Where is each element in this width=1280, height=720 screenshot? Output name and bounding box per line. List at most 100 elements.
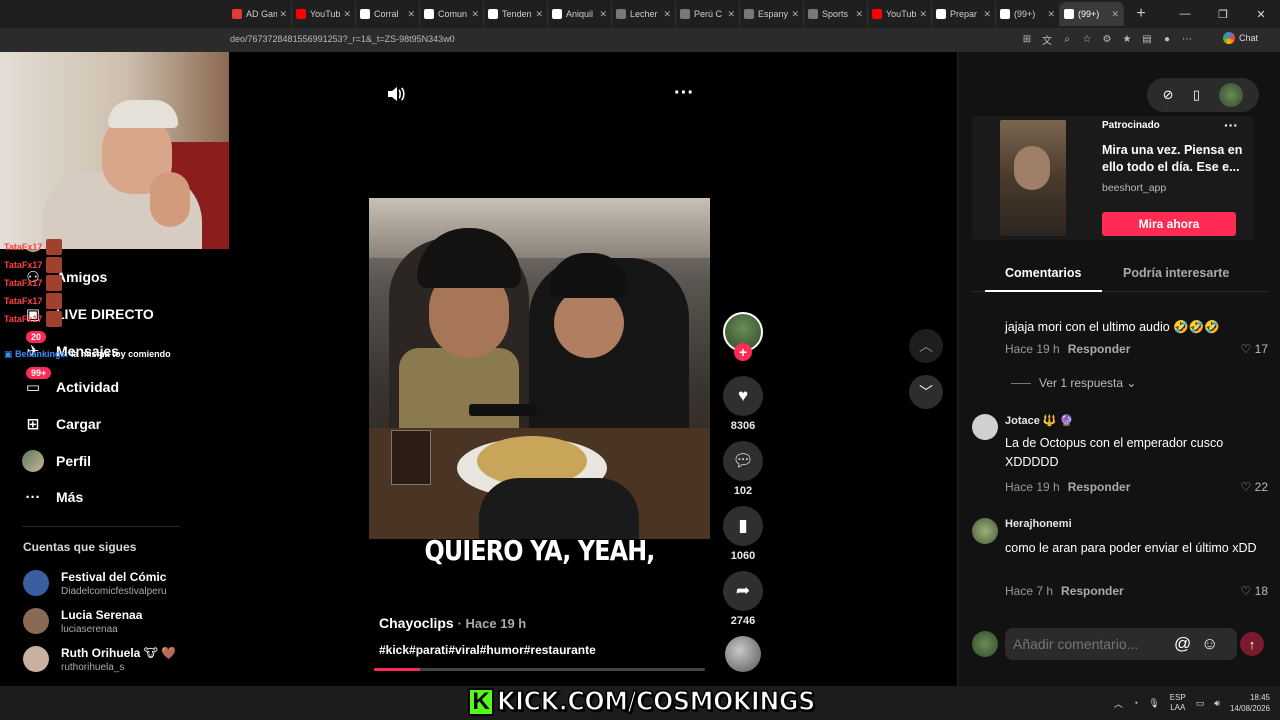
tab-close-icon[interactable]: ✕	[663, 9, 671, 20]
ad-cta-button[interactable]: Mira ahora	[1102, 212, 1236, 236]
translate-icon[interactable]: 文	[1040, 32, 1054, 47]
ad-more-icon[interactable]: ···	[1224, 117, 1238, 133]
copilot-chat-button[interactable]: Chat	[1222, 32, 1258, 44]
url-text[interactable]: deo/7673728481556991253?_r=1&_t=ZS-98t95…	[230, 34, 455, 44]
close-icon[interactable]: ✕	[1242, 0, 1280, 28]
language-indicator[interactable]: ESP LAA	[1170, 693, 1186, 713]
extension-icon[interactable]: ⚙	[1100, 32, 1114, 46]
tab-close-icon[interactable]: ✕	[407, 9, 415, 20]
sponsored-ad-card[interactable]: Patrocinado ··· Mira una vez. Piensa en …	[972, 116, 1254, 240]
profile-icon[interactable]: ●	[1160, 32, 1174, 46]
tab-close-icon[interactable]: ✕	[1111, 9, 1119, 20]
commenter-avatar[interactable]	[972, 414, 998, 440]
reply-button[interactable]: Responder	[1068, 480, 1131, 494]
browser-tab[interactable]: Comun ✕	[420, 2, 484, 26]
followed-account[interactable]: Ruth Orihuela 🐮 🤎 ruthorihuela_s	[23, 643, 176, 675]
tab-comments[interactable]: Comentarios	[1005, 266, 1081, 280]
comment-like[interactable]: ♡ 22	[1241, 480, 1268, 494]
zoom-icon[interactable]: ⌕	[1060, 32, 1074, 46]
video-player[interactable]	[369, 198, 710, 539]
display-icon[interactable]: ▭	[1196, 698, 1205, 709]
browser-tab[interactable]: (99+) ✕	[996, 2, 1060, 26]
tab-close-icon[interactable]: ✕	[599, 9, 607, 20]
browser-tab[interactable]: Lecher ✕	[612, 2, 676, 26]
browser-tab[interactable]: Prepar ✕	[932, 2, 996, 26]
like-button[interactable]: ♥	[723, 376, 763, 416]
browser-tab[interactable]: YouTub ✕	[868, 2, 932, 26]
tab-close-icon[interactable]: ✕	[791, 9, 799, 20]
install-icon[interactable]: ⊞	[1020, 32, 1034, 46]
send-button[interactable]: ↑	[1240, 632, 1264, 656]
sidebar-item-cargar[interactable]: ⊞ Cargar	[22, 412, 101, 436]
microphone-icon[interactable]: 🎙︎	[1148, 698, 1159, 709]
compass-icon[interactable]: ⊘	[1163, 87, 1174, 103]
share-button[interactable]: ➦	[723, 571, 763, 611]
previous-video-button[interactable]: ︿	[909, 329, 943, 363]
tab-close-icon[interactable]: ✕	[983, 9, 991, 20]
comment-like[interactable]: ♡ 18	[1241, 584, 1268, 598]
followed-account[interactable]: Lucia Serenaa luciaserenaa	[23, 605, 142, 637]
video-author-line: Chayoclips · Hace 19 h	[379, 615, 526, 631]
volume-icon[interactable]	[386, 84, 406, 109]
collections-icon[interactable]: ▤	[1140, 32, 1154, 46]
video-hashtags[interactable]: #kick#parati#viral#humor#restaurante	[379, 643, 596, 657]
new-tab-button[interactable]: +	[1130, 2, 1152, 26]
minimize-icon[interactable]: —	[1166, 0, 1204, 28]
video-more-icon[interactable]: ···	[674, 82, 694, 105]
profile-avatar[interactable]	[1219, 83, 1244, 107]
comment-button[interactable]: 💬︎	[723, 441, 763, 481]
music-disc-icon[interactable]	[725, 636, 761, 672]
tab-close-icon[interactable]: ✕	[855, 9, 863, 20]
sidebar-item-perfil[interactable]: Perfil	[22, 449, 91, 473]
browser-tab[interactable]: Aniquil ✕	[548, 2, 612, 26]
tab-close-icon[interactable]: ✕	[279, 9, 287, 20]
followed-account[interactable]: Festival del Cómic Diadelcomicfestivalper…	[23, 567, 167, 599]
tab-label: Perú C	[694, 9, 723, 19]
speaker-icon[interactable]: 🔊︎	[1214, 698, 1220, 709]
tab-close-icon[interactable]: ✕	[535, 9, 543, 20]
browser-tab[interactable]: Espany ✕	[740, 2, 804, 26]
comment-icon: 💬︎	[732, 451, 754, 470]
browser-tab[interactable]: Sports ✕	[804, 2, 868, 26]
browser-tab[interactable]: (99+) ✕	[1060, 2, 1124, 26]
follow-plus-icon[interactable]: +	[734, 343, 752, 361]
save-count: 1060	[730, 550, 756, 562]
commenter-name[interactable]: Herajhonemi	[1005, 518, 1072, 530]
tray-chevron-icon[interactable]: ︿	[1114, 697, 1123, 710]
avatar	[23, 646, 49, 672]
browser-tab[interactable]: YouTub ✕	[292, 2, 356, 26]
browser-tab[interactable]: AD Gam ✕	[228, 2, 292, 26]
network-icon[interactable]: ◔	[1133, 698, 1138, 708]
browser-tab[interactable]: Tenden ✕	[484, 2, 548, 26]
sidebar-item-label: Cargar	[56, 416, 102, 432]
reply-button[interactable]: Responder	[1061, 584, 1124, 598]
clock[interactable]: 18:45 14/08/2026	[1230, 692, 1270, 714]
commenter-name[interactable]: Jotace 🔱 🔮	[1005, 414, 1073, 427]
next-video-button[interactable]: ﹀	[909, 375, 943, 409]
browser-tab[interactable]: Corral ✕	[356, 2, 420, 26]
device-icon[interactable]: ▯	[1193, 87, 1200, 103]
video-progress-bar[interactable]	[374, 668, 705, 671]
star-icon[interactable]: ☆	[1080, 32, 1094, 46]
tab-close-icon[interactable]: ✕	[471, 9, 479, 20]
more-menu-icon[interactable]: ⋯	[1180, 32, 1194, 46]
restore-icon[interactable]: ❐	[1204, 0, 1242, 28]
tab-close-icon[interactable]: ✕	[343, 9, 351, 20]
browser-tab[interactable]: Perú C ✕	[676, 2, 740, 26]
save-button[interactable]: ▮	[723, 506, 763, 546]
sidebar-item-actividad[interactable]: ▭ Actividad 99+	[22, 367, 119, 399]
tab-close-icon[interactable]: ✕	[727, 9, 735, 20]
view-replies[interactable]: Ver 1 respuesta ⌄	[1011, 376, 1136, 390]
tab-close-icon[interactable]: ✕	[1047, 9, 1055, 20]
tiktok-page: ⊘ExplorarSiguiendo⚇Amigos▣LIVE DIRECTO✈M…	[0, 52, 1280, 686]
favorites-icon[interactable]: ★	[1120, 32, 1134, 46]
sidebar-item-más[interactable]: ··· Más	[22, 485, 84, 509]
mention-icon[interactable]: @	[1174, 634, 1191, 654]
video-author[interactable]: Chayoclips	[379, 615, 454, 631]
tab-close-icon[interactable]: ✕	[919, 9, 927, 20]
tab-related[interactable]: Podría interesarte	[1123, 266, 1229, 280]
reply-button[interactable]: Responder	[1068, 342, 1131, 356]
emoji-icon[interactable]: ☺	[1201, 634, 1218, 654]
commenter-avatar[interactable]	[972, 518, 998, 544]
comment-like[interactable]: ♡ 17	[1241, 342, 1268, 356]
